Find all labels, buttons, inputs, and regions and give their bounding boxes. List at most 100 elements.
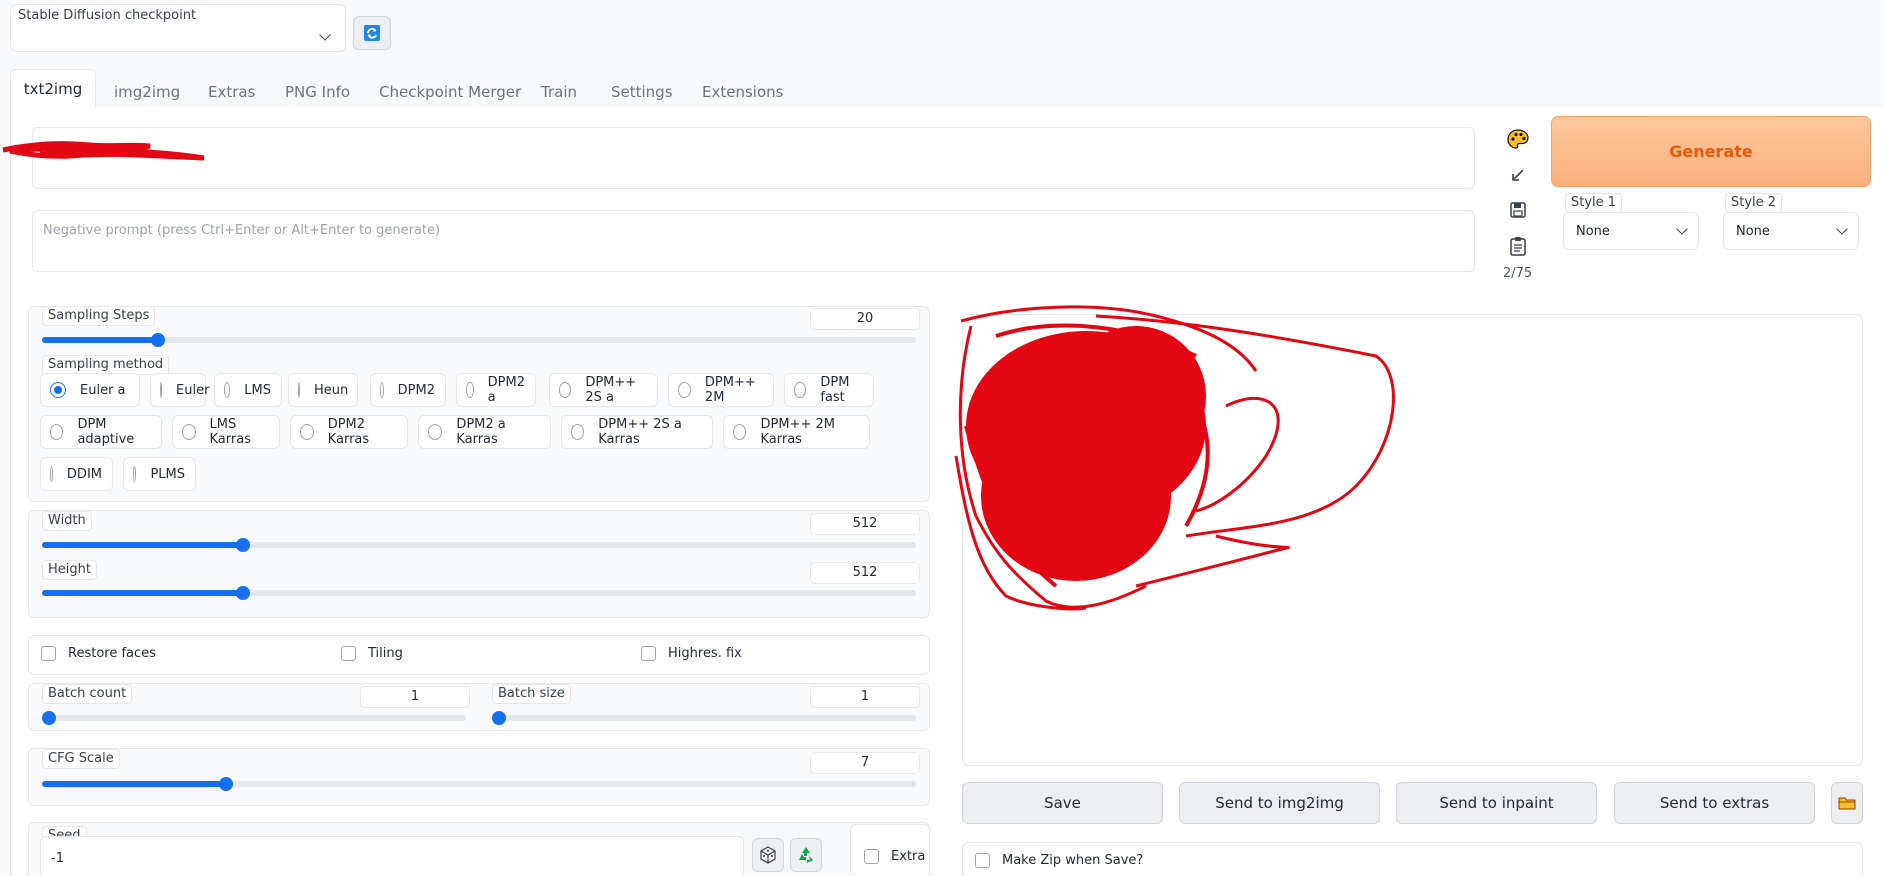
radio-dot[interactable] [733,424,747,440]
sampling-method-option[interactable]: DDIM [40,457,113,491]
batch-size-slider[interactable] [492,711,916,725]
sampling-method-option[interactable]: LMS Karras [172,415,280,449]
sampling-method-option[interactable]: DPM2 a Karras [418,415,551,449]
seed-extra-checkbox[interactable]: Extra [864,849,925,864]
style2-select[interactable]: None [1723,212,1859,250]
radio-dot[interactable] [380,382,384,398]
cfg-scale-input[interactable]: 7 [810,752,920,774]
radio-dot[interactable] [133,466,137,482]
tab-txt2img[interactable]: txt2img [10,69,96,109]
prompt-input[interactable] [32,127,1475,189]
batch-count-input[interactable]: 1 [360,686,470,708]
restore-faces-checkbox[interactable]: Restore faces [41,646,156,661]
sampling-method-option[interactable]: Euler [150,373,210,407]
radio-dot[interactable] [50,466,53,482]
sampling-method-option[interactable]: DPM2 [370,373,446,407]
reuse-seed-button[interactable] [790,838,822,872]
sampling-method-option[interactable]: Heun [288,373,358,407]
make-zip-box[interactable] [975,853,990,868]
apply-style-button[interactable] [1503,231,1533,261]
sampling-steps-slider[interactable] [42,333,916,347]
sampling-method-option[interactable]: DPM2 Karras [290,415,408,449]
radio-dot[interactable] [182,424,196,440]
generate-button[interactable]: Generate [1551,116,1871,187]
tiling-checkbox[interactable]: Tiling [341,646,403,661]
negative-prompt-input[interactable]: Negative prompt (press Ctrl+Enter or Alt… [32,210,1475,272]
seed-extra-box[interactable] [864,849,879,864]
sampling-method-option[interactable]: DPM fast [784,373,874,407]
style1-select[interactable]: None [1563,212,1699,250]
radio-dot[interactable] [466,382,474,398]
radio-dot[interactable] [160,382,162,398]
sampling-method-option[interactable]: LMS [214,373,282,407]
radio-dot[interactable] [678,382,691,398]
sampling-method-option[interactable]: PLMS [123,457,196,491]
restore-faces-box[interactable] [41,646,56,661]
radio-dot[interactable] [50,424,64,440]
checkpoint-dropdown[interactable] [11,23,345,51]
batch-size-thumb[interactable] [492,711,506,725]
make-zip-checkbox[interactable]: Make Zip when Save? [975,853,1143,868]
sampling-steps-thumb[interactable] [151,333,165,347]
sampling-method-option[interactable]: DPM++ 2S a [549,373,658,407]
highres-fix-box[interactable] [641,646,656,661]
open-folder-button[interactable] [1831,782,1863,824]
sampling-method-option[interactable]: DPM2 a [456,373,536,407]
height-thumb[interactable] [236,586,250,600]
radio-dot[interactable] [559,382,572,398]
width-thumb[interactable] [236,538,250,552]
tab-settings[interactable]: Settings [611,76,673,108]
radio-dot[interactable] [50,382,66,398]
random-seed-button[interactable] [752,838,784,872]
sampling-method-option[interactable]: DPM adaptive [40,415,162,449]
height-slider[interactable] [42,586,916,600]
sampling-method-option[interactable]: DPM++ 2M Karras [723,415,870,449]
height-input[interactable]: 512 [810,562,920,584]
batch-count-thumb[interactable] [42,711,56,725]
width-slider[interactable] [42,538,916,552]
interrogate-button[interactable] [1503,125,1533,155]
cfg-scale-slider[interactable] [42,777,916,791]
batch-size-input[interactable]: 1 [810,686,920,708]
cfg-scale-thumb[interactable] [219,777,233,791]
send-to-extras-button[interactable]: Send to extras [1614,782,1815,824]
paste-params-button[interactable] [1503,160,1533,190]
send-to-img2img-label: Send to img2img [1215,794,1344,812]
radio-dot[interactable] [571,424,585,440]
radio-dot[interactable] [298,382,300,398]
refresh-checkpoint-button[interactable] [353,16,391,50]
batch-panel [28,683,930,731]
tab-img2img[interactable]: img2img [114,76,180,108]
redaction-scribble [2,141,205,161]
radio-dot[interactable] [794,382,807,398]
tab-checkpoint-merger[interactable]: Checkpoint Merger [379,76,521,108]
radio-dot[interactable] [224,382,231,398]
sampling-method-option[interactable]: DPM++ 2M [668,373,774,407]
highres-fix-checkbox[interactable]: Highres. fix [641,646,742,661]
radio-label: LMS Karras [209,417,251,447]
send-to-inpaint-button[interactable]: Send to inpaint [1396,782,1597,824]
seed-input[interactable]: -1 [40,836,744,876]
radio-dot[interactable] [300,424,314,440]
radio-label: Euler [176,382,210,398]
tab-png-info[interactable]: PNG Info [285,76,350,108]
tab-extensions[interactable]: Extensions [702,76,783,108]
radio-label: Euler a [80,382,126,398]
tab-extras[interactable]: Extras [208,76,255,108]
batch-count-slider[interactable] [42,711,466,725]
tiling-box[interactable] [341,646,356,661]
save-output-button[interactable]: Save [962,782,1163,824]
radio-label: DPM2 a [487,375,525,405]
radio-dot[interactable] [428,424,443,440]
sampling-method-option[interactable]: DPM++ 2S a Karras [561,415,713,449]
radio-label: DPM++ 2M [704,375,756,405]
save-style-button[interactable] [1503,195,1533,225]
sampling-method-option[interactable]: Euler a [40,373,140,407]
sampling-steps-input[interactable]: 20 [810,308,920,330]
checkpoint-label: Stable Diffusion checkpoint [18,8,197,23]
radio-label: DPM2 Karras [327,417,370,447]
send-to-img2img-button[interactable]: Send to img2img [1179,782,1380,824]
width-input[interactable]: 512 [810,513,920,535]
clipboard-icon [1510,237,1526,256]
tab-train[interactable]: Train [541,76,577,108]
